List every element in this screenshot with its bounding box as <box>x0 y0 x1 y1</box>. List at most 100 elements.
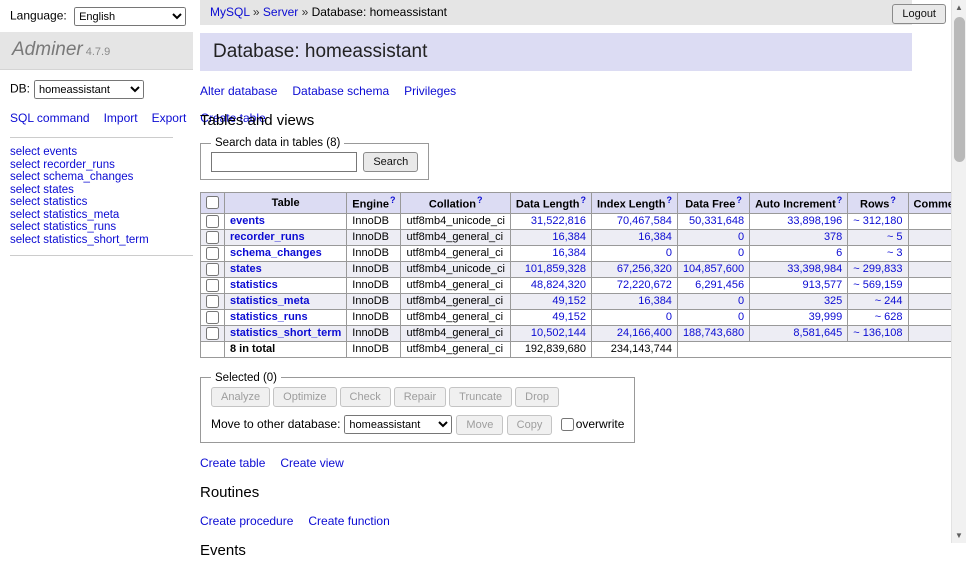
help-link[interactable]: ? <box>666 195 672 205</box>
sidebar-select-link-statistics-short-term[interactable]: select <box>10 234 40 246</box>
data-free-link-statistics[interactable]: 6,291,456 <box>695 279 744 291</box>
help-link[interactable]: ? <box>390 195 396 205</box>
vertical-scrollbar[interactable]: ▲ ▼ <box>951 0 966 543</box>
scrollbar-thumb[interactable] <box>954 17 965 162</box>
create-link-create-table[interactable]: Create table <box>200 456 265 470</box>
search-input[interactable] <box>211 152 357 172</box>
select-all-checkbox[interactable] <box>206 196 219 209</box>
table-name-link-recorder-runs[interactable]: recorder_runs <box>230 231 305 243</box>
data-length-link-states[interactable]: 101,859,328 <box>525 263 586 275</box>
help-link[interactable]: ? <box>736 195 742 205</box>
data-length-link-statistics-short-term[interactable]: 10,502,144 <box>531 327 586 339</box>
rows-link-schema-changes[interactable]: ~ 3 <box>887 247 903 259</box>
row-checkbox-statistics-meta[interactable] <box>206 295 219 308</box>
repair-button[interactable]: Repair <box>394 387 446 407</box>
auto-increment-link-states[interactable]: 33,398,984 <box>787 263 842 275</box>
sidebar-select-link-statistics-meta[interactable]: select <box>10 209 40 221</box>
overwrite-checkbox[interactable] <box>561 418 574 431</box>
row-checkbox-statistics-runs[interactable] <box>206 311 219 324</box>
language-select[interactable]: English <box>74 7 186 26</box>
table-name-link-events[interactable]: events <box>230 215 265 227</box>
data-free-link-statistics-runs[interactable]: 0 <box>738 311 744 323</box>
data-length-link-statistics-runs[interactable]: 49,152 <box>552 311 586 323</box>
nav-link-privileges[interactable]: Privileges <box>404 84 456 98</box>
data-free-link-states[interactable]: 104,857,600 <box>683 263 744 275</box>
data-free-link-events[interactable]: 50,331,648 <box>689 215 744 227</box>
auto-increment-link-events[interactable]: 33,898,196 <box>787 215 842 227</box>
index-length-link-statistics-meta[interactable]: 16,384 <box>638 295 672 307</box>
sidebar-link-sql-command[interactable]: SQL command <box>10 111 90 125</box>
table-name-link-statistics-meta[interactable]: statistics_meta <box>230 295 310 307</box>
adminer-logo-link[interactable]: Adminer <box>12 39 83 60</box>
data-length-link-statistics-meta[interactable]: 49,152 <box>552 295 586 307</box>
table-name-link-statistics-short-term[interactable]: statistics_short_term <box>230 327 341 339</box>
data-length-link-events[interactable]: 31,522,816 <box>531 215 586 227</box>
row-checkbox-recorder-runs[interactable] <box>206 231 219 244</box>
rows-link-statistics[interactable]: ~ 569,159 <box>853 279 902 291</box>
table-name-link-states[interactable]: states <box>230 263 262 275</box>
auto-increment-link-statistics-runs[interactable]: 39,999 <box>809 311 843 323</box>
db-select[interactable]: homeassistant <box>34 80 144 99</box>
index-length-link-statistics-runs[interactable]: 0 <box>666 311 672 323</box>
sidebar-table-link-statistics-runs[interactable]: statistics_runs <box>43 221 116 233</box>
table-name-link-statistics[interactable]: statistics <box>230 279 278 291</box>
rows-link-statistics-runs[interactable]: ~ 628 <box>875 311 903 323</box>
move-button[interactable]: Move <box>456 415 503 435</box>
analyze-button[interactable]: Analyze <box>211 387 270 407</box>
sidebar-select-link-statistics[interactable]: select <box>10 196 40 208</box>
rows-link-events[interactable]: ~ 312,180 <box>853 215 902 227</box>
nav-link-database-schema[interactable]: Database schema <box>292 84 389 98</box>
index-length-link-schema-changes[interactable]: 0 <box>666 247 672 259</box>
data-free-link-recorder-runs[interactable]: 0 <box>738 231 744 243</box>
table-name-link-schema-changes[interactable]: schema_changes <box>230 247 322 259</box>
table-name-link-statistics-runs[interactable]: statistics_runs <box>230 311 308 323</box>
index-length-link-statistics[interactable]: 72,220,672 <box>617 279 672 291</box>
check-button[interactable]: Check <box>340 387 391 407</box>
help-link[interactable]: ? <box>477 195 483 205</box>
routine-link-create-procedure[interactable]: Create procedure <box>200 514 293 528</box>
row-checkbox-statistics-short-term[interactable] <box>206 327 219 340</box>
sidebar-select-link-statistics-runs[interactable]: select <box>10 221 40 233</box>
row-checkbox-schema-changes[interactable] <box>206 247 219 260</box>
sidebar-select-link-events[interactable]: select <box>10 146 40 158</box>
sidebar-select-link-states[interactable]: select <box>10 184 40 196</box>
data-length-link-schema-changes[interactable]: 16,384 <box>552 247 586 259</box>
sidebar-link-export[interactable]: Export <box>152 111 187 125</box>
sidebar-table-link-recorder-runs[interactable]: recorder_runs <box>43 159 115 171</box>
move-db-select[interactable]: homeassistant <box>344 415 452 434</box>
help-link[interactable]: ? <box>890 195 896 205</box>
auto-increment-link-statistics-meta[interactable]: 325 <box>824 295 842 307</box>
rows-link-states[interactable]: ~ 299,833 <box>853 263 902 275</box>
breadcrumb-link-mysql[interactable]: MySQL <box>210 5 250 19</box>
search-button[interactable]: Search <box>363 152 418 172</box>
auto-increment-link-statistics[interactable]: 913,577 <box>803 279 843 291</box>
sidebar-table-link-statistics-short-term[interactable]: statistics_short_term <box>43 234 148 246</box>
rows-link-statistics-short-term[interactable]: ~ 136,108 <box>853 327 902 339</box>
truncate-button[interactable]: Truncate <box>449 387 512 407</box>
row-checkbox-states[interactable] <box>206 263 219 276</box>
auto-increment-link-schema-changes[interactable]: 6 <box>836 247 842 259</box>
data-length-link-recorder-runs[interactable]: 16,384 <box>552 231 586 243</box>
sidebar-table-link-states[interactable]: states <box>43 184 74 196</box>
drop-button[interactable]: Drop <box>515 387 559 407</box>
optimize-button[interactable]: Optimize <box>273 387 336 407</box>
sidebar-table-link-statistics-meta[interactable]: statistics_meta <box>43 209 119 221</box>
data-free-link-schema-changes[interactable]: 0 <box>738 247 744 259</box>
data-free-link-statistics-meta[interactable]: 0 <box>738 295 744 307</box>
create-link-create-view[interactable]: Create view <box>280 456 343 470</box>
breadcrumb-link-server[interactable]: Server <box>263 5 298 19</box>
data-length-link-statistics[interactable]: 48,824,320 <box>531 279 586 291</box>
sidebar-select-link-schema-changes[interactable]: select <box>10 171 40 183</box>
index-length-link-statistics-short-term[interactable]: 24,166,400 <box>617 327 672 339</box>
routine-link-create-function[interactable]: Create function <box>308 514 389 528</box>
rows-link-statistics-meta[interactable]: ~ 244 <box>875 295 903 307</box>
row-checkbox-statistics[interactable] <box>206 279 219 292</box>
data-free-link-statistics-short-term[interactable]: 188,743,680 <box>683 327 744 339</box>
logout-button[interactable]: Logout <box>892 4 946 24</box>
copy-button[interactable]: Copy <box>507 415 553 435</box>
scroll-down-arrow[interactable]: ▼ <box>952 528 966 543</box>
scroll-up-arrow[interactable]: ▲ <box>952 0 966 15</box>
index-length-link-states[interactable]: 67,256,320 <box>617 263 672 275</box>
auto-increment-link-statistics-short-term[interactable]: 8,581,645 <box>793 327 842 339</box>
help-link[interactable]: ? <box>837 195 843 205</box>
